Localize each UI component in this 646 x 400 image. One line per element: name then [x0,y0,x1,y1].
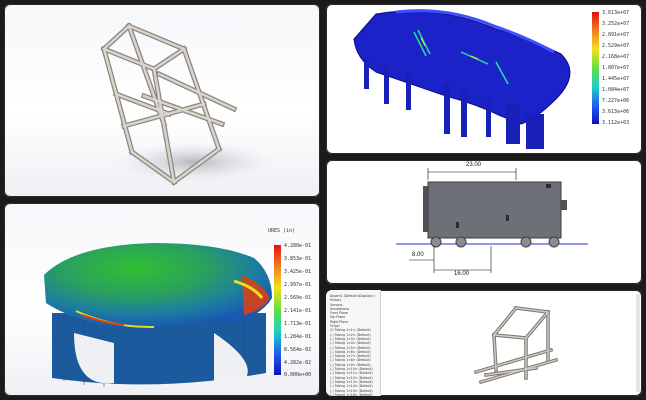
stress-legend-label: 1.445e+07 [602,76,630,82]
displacement-legend-label: 2.997e-01 [284,282,312,288]
displacement-legend-label: 4.282e-02 [284,360,312,366]
stress-legend-label: 3.252e+07 [602,21,630,27]
stress-legend-label: 3.613e+07 [602,10,630,16]
stress-legend-label: 3.112e+03 [602,120,630,126]
displacement-legend-label: 1.713e-01 [284,321,312,327]
dimension-left: 8.00 [412,252,424,258]
displacement-legend-label: 0.000e+00 [284,372,312,378]
displacement-legend-label: 4.280e-01 [284,243,312,249]
panel-cad-window: Assem1 (Default<Display>) History Sensors A… [326,290,642,396]
displacement-legend-label: 2.141e-01 [284,308,312,314]
ground-shadow [114,142,274,182]
displacement-legend-label: 2.569e-01 [284,295,312,301]
frame-assembly-viewport [473,305,559,385]
panel-stress-plot: 3.613e+07 3.252e+07 2.891e+07 2.529e+07 … [326,4,642,154]
displacement-legend-label: 3.853e-01 [284,256,312,262]
displacement-legend-label: 1.284e-01 [284,334,312,340]
displacement-legend-title: URES (in) [268,228,296,234]
panel-dimension-drawing: 23.00 8.00 16.00 [326,160,642,284]
panel-frame-render [4,4,320,197]
stress-legend-label: 3.613e+06 [602,109,630,115]
dimension-bottom: 16.00 [454,271,470,277]
enclosure-side-view [396,168,588,273]
stress-legend-label: 1.807e+07 [602,65,630,71]
dimension-top: 23.00 [466,162,482,168]
displacement-legend-label: 3.425e-01 [284,269,312,275]
displacement-legend-label: 8.564e-02 [284,347,312,353]
panel-displacement-plot: URES (in) 4.280e-01 3.853e-01 3.425e-01 … [4,203,320,396]
stress-legend-label: 1.084e+07 [602,87,630,93]
stress-legend-colorbar [592,12,599,124]
displacement-legend-colorbar [274,245,281,375]
stress-legend-label: 7.227e+06 [602,98,630,104]
stress-legend-label: 2.891e+07 [602,32,630,38]
frame-assembly-render [100,22,274,186]
stress-legend-label: 2.168e+07 [602,54,630,60]
stress-legend-label: 2.529e+07 [602,43,630,49]
stress-legend: 3.613e+07 3.252e+07 2.891e+07 2.529e+07 … [588,10,638,130]
displacement-legend: URES (in) 4.280e-01 3.853e-01 3.425e-01 … [266,228,318,379]
